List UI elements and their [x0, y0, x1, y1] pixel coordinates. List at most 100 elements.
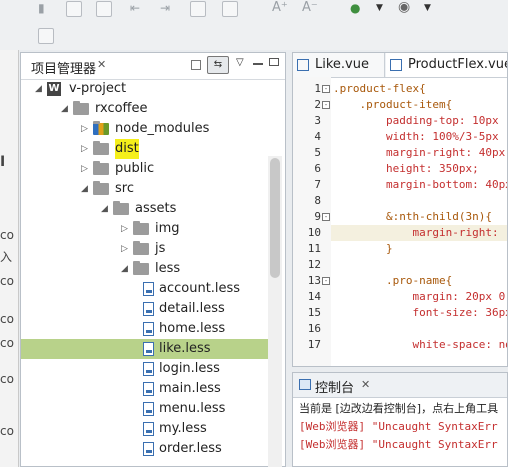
tree-item-label: order.less — [159, 441, 222, 456]
chevron-down-icon[interactable]: ▼ — [424, 1, 431, 15]
line-number: 3 — [314, 114, 321, 127]
tree-item[interactable]: home.less — [21, 319, 269, 339]
folder-icon — [73, 101, 89, 115]
strip-text: co — [0, 228, 14, 242]
tree-item[interactable]: ◢ assets — [21, 199, 269, 219]
tree-item[interactable]: ▷ public — [21, 159, 269, 179]
expand-arrow-icon[interactable]: ▷ — [121, 219, 128, 239]
tab-like-vue[interactable]: Like.vue — [293, 53, 385, 77]
tree-item[interactable]: ◢ Wv-project — [21, 79, 269, 99]
tree-item[interactable]: order.less — [21, 439, 269, 459]
tree-item-label: account.less — [159, 281, 241, 296]
less-file-icon — [143, 302, 154, 316]
collapse-arrow-icon[interactable]: ◢ — [35, 79, 42, 99]
tree-item[interactable]: account.less — [21, 279, 269, 299]
expand-arrow-icon[interactable]: ▷ — [81, 119, 88, 139]
fold-toggle-icon[interactable]: - — [322, 101, 330, 109]
main-toolbar: ▮ ⇤ ⇥ A⁺ A⁻ ● ▼ ◉ ▼ — [0, 0, 508, 50]
chevron-down-icon[interactable]: ▼ — [376, 1, 383, 15]
code-line: } — [333, 242, 393, 255]
line-number: 8 — [314, 194, 321, 207]
line-number: 7 — [314, 178, 321, 191]
arrow-left-icon[interactable]: ⇤ — [130, 1, 140, 15]
collapse-arrow-icon[interactable]: ◢ — [81, 179, 88, 199]
tree-item-label: home.less — [159, 321, 226, 336]
tab-productflex-vue[interactable]: ProductFlex.vue — [386, 53, 507, 77]
tree-item[interactable]: detail.less — [21, 299, 269, 319]
line-number: 16 — [307, 322, 321, 335]
page-icon[interactable] — [38, 28, 54, 44]
close-icon[interactable]: ✕ — [97, 58, 106, 71]
tree-item[interactable]: login.less — [21, 359, 269, 379]
tree-item[interactable]: ▷ js — [21, 239, 269, 259]
collapse-all-icon[interactable] — [191, 60, 201, 70]
line-number: 17 — [307, 338, 321, 351]
tab-label: Like.vue — [315, 57, 369, 72]
code-line: .pro-name{ — [333, 274, 453, 287]
expand-arrow-icon[interactable]: ▷ — [81, 139, 88, 159]
line-number: 5 — [314, 146, 321, 159]
collapse-arrow-icon[interactable]: ◢ — [101, 199, 108, 219]
tree-item-label: js — [155, 241, 166, 256]
console-tab[interactable]: 控制台 ✕ — [293, 373, 507, 398]
less-file-icon — [143, 402, 154, 416]
code-line: padding-top: 10px — [333, 114, 499, 127]
tree-item-label: login.less — [159, 361, 220, 376]
tree-item[interactable]: ▷ node_modules — [21, 119, 269, 139]
tree-item[interactable]: menu.less — [21, 399, 269, 419]
minimize-icon[interactable] — [253, 63, 263, 65]
line-number: 4 — [314, 130, 321, 143]
vue-file-icon — [390, 59, 402, 71]
save-icon[interactable] — [96, 1, 112, 17]
strip-text: co — [0, 274, 14, 288]
less-file-icon — [143, 362, 154, 376]
fold-toggle-icon[interactable]: - — [322, 213, 330, 221]
link-editor-icon[interactable]: ⇆ — [207, 56, 229, 74]
tree-item[interactable]: ◢ src — [21, 179, 269, 199]
tree-item[interactable]: ▷ img — [21, 219, 269, 239]
collapse-arrow-icon[interactable]: ◢ — [121, 259, 128, 279]
folder-icon — [133, 241, 149, 255]
fold-toggle-icon[interactable]: - — [322, 277, 330, 285]
fold-toggle-icon[interactable]: - — [322, 85, 330, 93]
font-decrease-icon[interactable]: A⁻ — [302, 1, 318, 15]
tree-item[interactable]: my.less — [21, 419, 269, 439]
explorer-scrollbar-thumb[interactable] — [270, 158, 280, 278]
view-menu-icon[interactable]: ▽ — [236, 57, 244, 68]
explorer-title[interactable]: 项目管理器 — [31, 58, 96, 77]
console-line: 当前是 [边改边看控制台]，点右上角工具 — [299, 402, 499, 415]
play-run-icon[interactable]: ● — [350, 1, 360, 15]
browser-icon[interactable]: ◉ — [398, 0, 410, 14]
tree-item-label: dist — [115, 139, 139, 159]
collapse-arrow-icon[interactable]: ◢ — [61, 99, 68, 119]
expand-arrow-icon[interactable]: ▷ — [121, 239, 128, 259]
folder-icon — [93, 141, 109, 155]
strip-text: I — [0, 154, 6, 170]
tree-item[interactable]: ▷ dist — [21, 139, 269, 159]
font-increase-icon[interactable]: A⁺ — [272, 1, 288, 15]
bookmark-icon[interactable]: ▮ — [38, 1, 45, 15]
code-line: width: 100%/3-5px — [333, 130, 499, 143]
strip-text: co — [0, 312, 14, 326]
project-explorer: 项目管理器 ✕ ⇆ ▽ ◢ Wv-project ◢ rxcoffee ▷ node_mo… — [20, 52, 286, 467]
tree-item-label: menu.less — [159, 401, 226, 416]
run-icon[interactable] — [190, 1, 206, 17]
tree-item[interactable]: ◢ less — [21, 259, 269, 279]
arrow-right-icon[interactable]: ⇥ — [160, 1, 170, 15]
copy-icon[interactable] — [222, 1, 238, 17]
close-icon[interactable]: ✕ — [361, 378, 370, 391]
code-line: margin-right: 40px — [333, 146, 506, 159]
tree-item-label: assets — [135, 201, 177, 216]
tree-item[interactable]: ◢ rxcoffee — [21, 99, 269, 119]
desktop-left-strip: I co 入 co co co co co — [0, 50, 19, 467]
code-line: &:nth-child(3n){ — [333, 210, 492, 223]
maximize-icon[interactable] — [269, 58, 279, 66]
code-editor: Like.vue ProductFlex.vue 1-2-3 4 5 6 7 8 9-10 1… — [292, 52, 508, 367]
tree-item[interactable]: main.less — [21, 379, 269, 399]
tree-item[interactable]: like.less — [21, 339, 269, 359]
strip-text: co — [0, 424, 14, 438]
expand-arrow-icon[interactable]: ▷ — [81, 159, 88, 179]
code-line: white-space: nowr — [333, 338, 508, 351]
new-window-icon[interactable] — [66, 1, 82, 17]
code-line: margin: 20px 0 10p — [412, 290, 506, 303]
